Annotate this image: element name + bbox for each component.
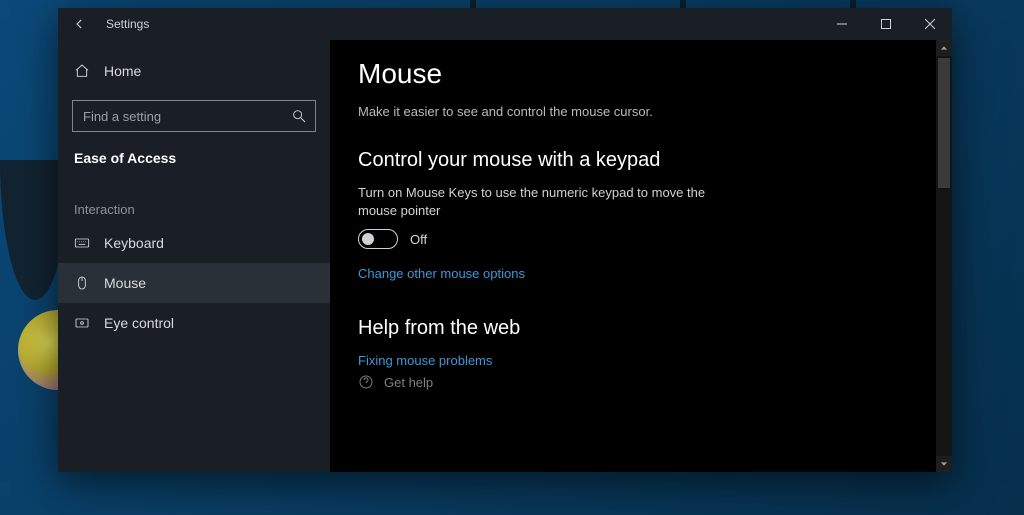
mouse-icon — [74, 275, 90, 291]
close-icon — [925, 19, 935, 29]
change-mouse-options-link[interactable]: Change other mouse options — [358, 266, 525, 281]
toggle-knob — [362, 233, 374, 245]
back-button[interactable] — [58, 8, 102, 40]
sidebar-item-label: Eye control — [104, 315, 174, 331]
page-description: Make it easier to see and control the mo… — [358, 104, 908, 119]
fixing-mouse-problems-link[interactable]: Fixing mouse problems — [358, 353, 492, 368]
scrollbar-thumb[interactable] — [938, 58, 950, 188]
sidebar-category: Ease of Access — [58, 132, 330, 174]
page-title: Mouse — [358, 58, 908, 90]
close-button[interactable] — [908, 8, 952, 40]
vertical-scrollbar[interactable] — [936, 40, 952, 472]
sidebar-item-eye-control[interactable]: Eye control — [58, 303, 330, 343]
sidebar-group: Interaction — [58, 174, 330, 223]
minimize-button[interactable] — [820, 8, 864, 40]
get-help-row[interactable]: Get help — [358, 374, 908, 390]
eye-control-icon — [74, 315, 90, 331]
get-help-label: Get help — [384, 375, 433, 390]
scroll-down-button[interactable] — [936, 456, 952, 472]
mouse-keys-toggle[interactable] — [358, 229, 398, 249]
maximize-icon — [881, 19, 891, 29]
arrow-left-icon — [73, 17, 87, 31]
search-icon — [291, 108, 307, 129]
titlebar: Settings — [58, 8, 952, 40]
mouse-keys-description: Turn on Mouse Keys to use the numeric ke… — [358, 184, 738, 219]
section-heading-help: Help from the web — [358, 317, 908, 340]
mouse-keys-toggle-label: Off — [410, 232, 427, 247]
search-input[interactable] — [83, 109, 285, 124]
keyboard-icon — [74, 235, 90, 251]
sidebar-item-label: Mouse — [104, 275, 146, 291]
get-help-icon — [358, 374, 374, 390]
window-title: Settings — [102, 17, 149, 31]
content-pane: Mouse Make it easier to see and control … — [330, 40, 952, 472]
chevron-down-icon — [940, 460, 948, 468]
scroll-up-button[interactable] — [936, 40, 952, 56]
maximize-button[interactable] — [864, 8, 908, 40]
chevron-up-icon — [940, 44, 948, 52]
sidebar-item-mouse[interactable]: Mouse — [58, 263, 330, 303]
home-icon — [74, 63, 90, 79]
sidebar-item-keyboard[interactable]: Keyboard — [58, 223, 330, 263]
sidebar: Home Ease of Access Interaction Keyboard… — [58, 40, 330, 472]
home-label: Home — [104, 63, 141, 79]
minimize-icon — [837, 19, 847, 29]
sidebar-item-label: Keyboard — [104, 235, 164, 251]
settings-window: Settings Home — [58, 8, 952, 472]
section-heading-keypad: Control your mouse with a keypad — [358, 149, 908, 172]
search-box[interactable] — [72, 100, 316, 132]
home-nav[interactable]: Home — [58, 52, 330, 90]
